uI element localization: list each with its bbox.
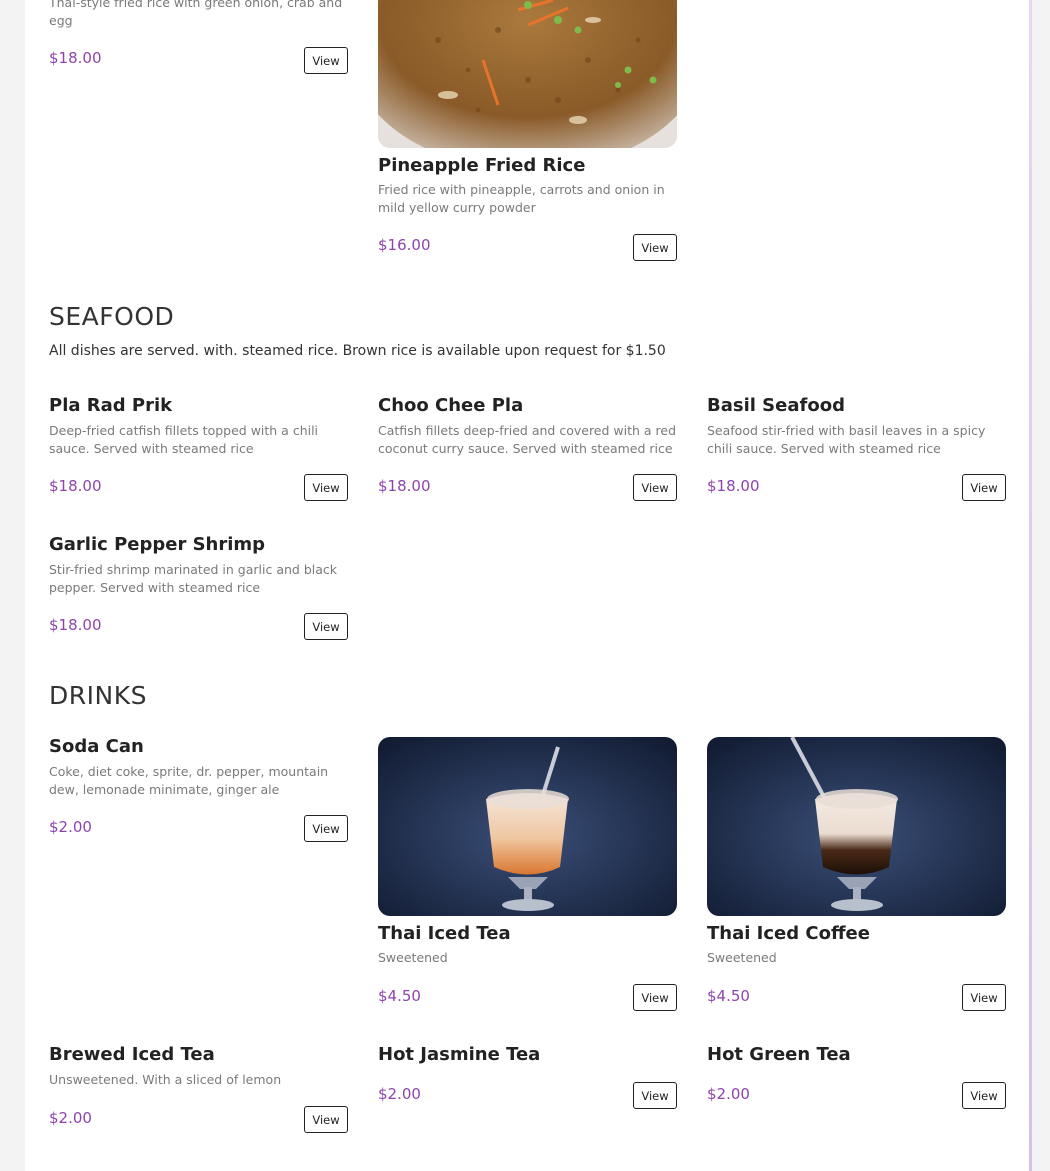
thai-iced-tea-image — [378, 737, 677, 916]
section-title-seafood: SEAFOOD — [49, 302, 175, 331]
view-button[interactable]: View — [633, 984, 677, 1011]
menu-item-garlic-pepper-shrimp[interactable]: Garlic Pepper Shrimp Stir-fried shrimp m… — [49, 534, 348, 644]
view-button[interactable]: View — [304, 815, 348, 842]
item-price: $16.00 — [378, 236, 431, 254]
thai-iced-coffee-image — [707, 737, 1006, 916]
item-name: Pla Rad Prik — [49, 395, 173, 416]
item-name: Basil Seafood — [707, 395, 845, 416]
item-price: $2.00 — [378, 1085, 421, 1103]
item-description: Stir-fried shrimp marinated in garlic an… — [49, 562, 337, 595]
item-description: Coke, diet coke, sprite, dr. pepper, mou… — [49, 764, 329, 797]
item-description: Catfish fillets deep-fried and covered w… — [378, 423, 677, 456]
section-note: All dishes are served. with. steamed ric… — [49, 343, 666, 359]
menu-item-choo-chee-pla[interactable]: Choo Chee Pla Catfish fillets deep-fried… — [378, 395, 677, 505]
view-button[interactable]: View — [633, 474, 677, 501]
menu-item-thai-iced-tea[interactable]: Thai Iced Tea Sweetened $4.50 View — [378, 737, 677, 1014]
item-description: Fried rice with pineapple, carrots and o… — [378, 182, 665, 215]
scrollbar-edge[interactable] — [1029, 0, 1032, 1171]
view-button[interactable]: View — [633, 1082, 677, 1109]
item-name: Choo Chee Pla — [378, 395, 524, 416]
item-description: Sweetened — [707, 950, 777, 965]
item-name: Hot Green Tea — [707, 1044, 851, 1065]
item-price: $18.00 — [378, 477, 431, 495]
menu-item-pla-rad-prik[interactable]: Pla Rad Prik Deep-fried catfish fillets … — [49, 395, 348, 505]
item-price: $18.00 — [49, 616, 102, 634]
item-price: $18.00 — [707, 477, 760, 495]
menu-item-pineapple-fried-rice[interactable]: Pineapple Fried Rice Fried rice with pin… — [378, 0, 677, 264]
section-title-drinks: DRINKS — [49, 681, 147, 710]
fried-rice-image — [378, 0, 677, 148]
item-name: Brewed Iced Tea — [49, 1044, 215, 1065]
item-name: Thai Iced Coffee — [707, 923, 870, 944]
item-price: $4.50 — [707, 987, 750, 1005]
item-price: $2.00 — [49, 1109, 92, 1127]
view-button[interactable]: View — [633, 234, 677, 261]
item-name: Soda Can — [49, 736, 144, 757]
item-name: Hot Jasmine Tea — [378, 1044, 541, 1065]
item-description: Deep-fried catfish fillets topped with a… — [49, 423, 319, 456]
item-description: Unsweetened. With a sliced of lemon — [49, 1072, 282, 1087]
view-button[interactable]: View — [304, 474, 348, 501]
item-price: $18.00 — [49, 477, 102, 495]
menu-item-crab-fried-rice[interactable]: Thai-style fried rice with green onion, … — [49, 0, 348, 80]
item-name: Pineapple Fried Rice — [378, 155, 586, 176]
item-price: $18.00 — [49, 49, 102, 67]
item-description: Seafood stir-fried with basil leaves in … — [707, 423, 986, 456]
view-button[interactable]: View — [962, 474, 1006, 501]
menu-item-hot-jasmine-tea[interactable]: Hot Jasmine Tea $2.00 View — [378, 1044, 677, 1112]
item-name: Thai Iced Tea — [378, 923, 511, 944]
view-button[interactable]: View — [962, 1082, 1006, 1109]
view-button[interactable]: View — [304, 47, 348, 74]
menu-item-soda-can[interactable]: Soda Can Coke, diet coke, sprite, dr. pe… — [49, 736, 348, 846]
item-name: Garlic Pepper Shrimp — [49, 534, 266, 555]
menu-item-basil-seafood[interactable]: Basil Seafood Seafood stir-fried with ba… — [707, 395, 1006, 505]
menu-item-thai-iced-coffee[interactable]: Thai Iced Coffee Sweetened $4.50 View — [707, 737, 1006, 1014]
view-button[interactable]: View — [962, 984, 1006, 1011]
view-button[interactable]: View — [304, 1106, 348, 1133]
menu-item-hot-green-tea[interactable]: Hot Green Tea $2.00 View — [707, 1044, 1006, 1112]
item-description: Sweetened — [378, 950, 448, 965]
item-description: Thai-style fried rice with green onion, … — [49, 0, 343, 28]
view-button[interactable]: View — [304, 613, 348, 640]
item-price: $2.00 — [707, 1085, 750, 1103]
menu-item-brewed-iced-tea[interactable]: Brewed Iced Tea Unsweetened. With a slic… — [49, 1044, 348, 1136]
item-price: $2.00 — [49, 818, 92, 836]
item-price: $4.50 — [378, 987, 421, 1005]
